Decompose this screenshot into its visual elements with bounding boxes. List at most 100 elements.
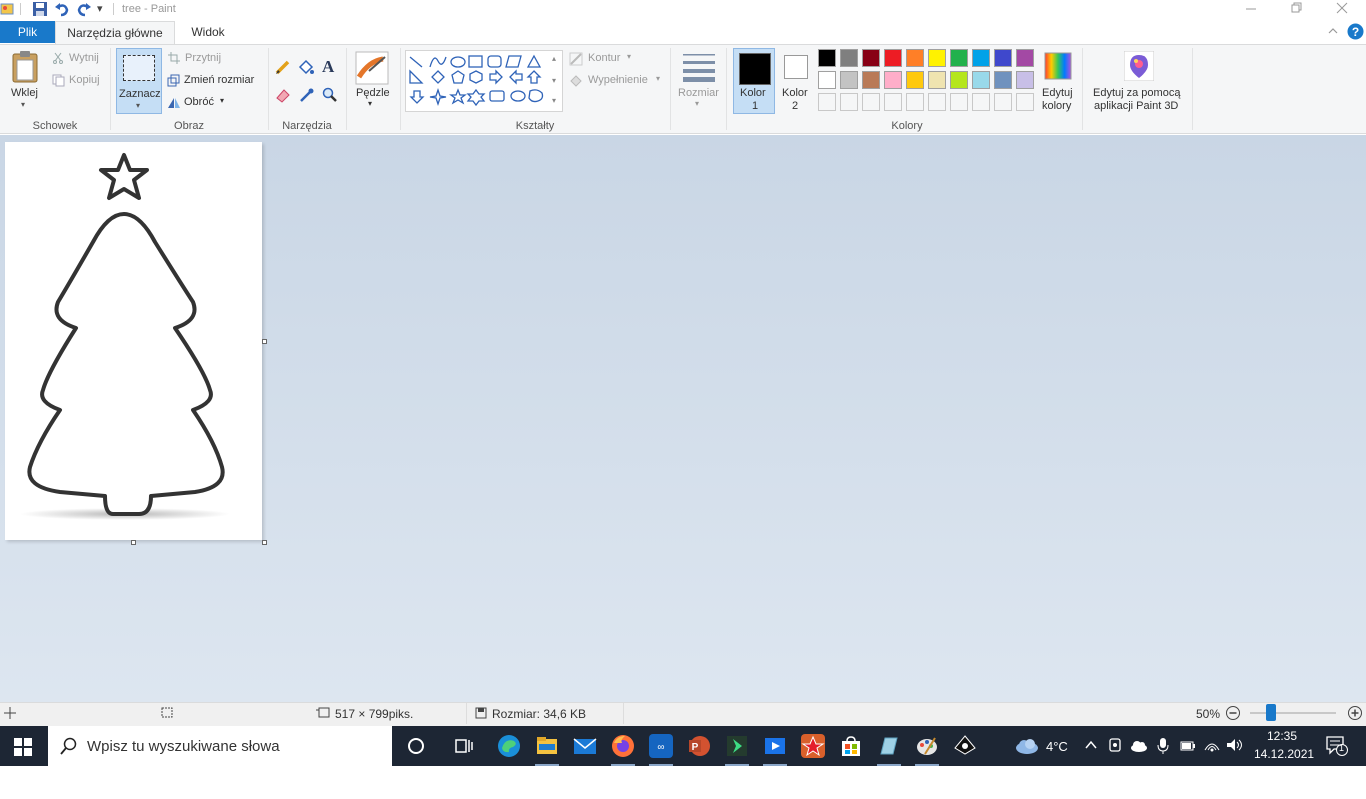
- firefox-icon[interactable]: [611, 734, 635, 758]
- palette-swatch[interactable]: [906, 49, 924, 67]
- palette-swatch-empty[interactable]: [950, 93, 968, 111]
- palette-swatch-empty[interactable]: [818, 93, 836, 111]
- palette-swatch[interactable]: [928, 71, 946, 89]
- text-tool-icon[interactable]: A: [322, 57, 334, 77]
- app-arrow-icon[interactable]: [725, 734, 749, 758]
- palette-swatch[interactable]: [994, 49, 1012, 67]
- paint3d-button[interactable]: Edytuj za pomocą: [1093, 87, 1180, 99]
- cut-button[interactable]: Wytnij: [69, 52, 99, 64]
- magnifier-icon[interactable]: [321, 86, 339, 104]
- paste-button[interactable]: Wklej: [11, 87, 38, 99]
- palette-swatch-empty[interactable]: [994, 93, 1012, 111]
- notifications-icon[interactable]: [1326, 736, 1348, 756]
- palette-swatch[interactable]: [972, 71, 990, 89]
- zoom-slider-thumb[interactable]: [1266, 704, 1276, 721]
- palette-swatch[interactable]: [818, 49, 836, 67]
- edit-colors-button[interactable]: Edytuj: [1042, 87, 1073, 99]
- palette-swatch[interactable]: [1016, 71, 1034, 89]
- copy-button[interactable]: Kopiuj: [69, 74, 100, 86]
- rotate-dropdown-icon[interactable]: ▾: [220, 96, 224, 105]
- palette-swatch[interactable]: [840, 49, 858, 67]
- palette-swatch[interactable]: [972, 49, 990, 67]
- paint-app-icon[interactable]: [0, 2, 14, 16]
- game-app-icon[interactable]: [801, 734, 825, 758]
- palette-swatch[interactable]: [884, 49, 902, 67]
- zoom-out-icon[interactable]: [1225, 705, 1241, 721]
- palette-swatch[interactable]: [862, 49, 880, 67]
- fill-button[interactable]: Wypełnienie: [588, 74, 648, 86]
- meet-now-icon[interactable]: [1108, 737, 1122, 753]
- mail-icon[interactable]: [573, 734, 597, 758]
- restore-icon[interactable]: [1290, 2, 1302, 14]
- powerpoint-icon[interactable]: P: [687, 734, 711, 758]
- help-icon[interactable]: ?: [1347, 23, 1364, 40]
- windows-start-icon[interactable]: [14, 738, 32, 756]
- ribbon-collapse-icon[interactable]: [1328, 26, 1338, 36]
- resize-button[interactable]: Zmień rozmiar: [184, 74, 254, 86]
- palette-swatch[interactable]: [906, 71, 924, 89]
- brushes-icon[interactable]: [355, 51, 389, 85]
- minimize-icon[interactable]: [1245, 2, 1257, 14]
- shapes-scroll-up-icon[interactable]: ▴: [552, 54, 556, 63]
- task-view-icon[interactable]: [455, 737, 473, 755]
- paste-dropdown-icon[interactable]: ▾: [21, 100, 25, 109]
- qat-customize-icon[interactable]: ▾: [97, 2, 103, 15]
- store-icon[interactable]: [839, 734, 863, 758]
- paint3d-icon[interactable]: [1123, 50, 1155, 82]
- tray-expand-icon[interactable]: [1085, 739, 1097, 751]
- file-explorer-icon[interactable]: [535, 734, 559, 758]
- onedrive-icon[interactable]: [1130, 740, 1148, 752]
- palette-swatch[interactable]: [840, 71, 858, 89]
- zoom-slider[interactable]: [1250, 712, 1336, 714]
- palette-swatch[interactable]: [884, 71, 902, 89]
- weather-temperature[interactable]: 4°C: [1046, 739, 1068, 754]
- palette-swatch[interactable]: [928, 49, 946, 67]
- volume-icon[interactable]: [1226, 738, 1244, 752]
- brushes-dropdown-icon[interactable]: ▾: [368, 99, 372, 108]
- weather-cloud-icon[interactable]: [1014, 738, 1040, 754]
- palette-swatch[interactable]: [1016, 49, 1034, 67]
- palette-swatch[interactable]: [818, 71, 836, 89]
- battery-icon[interactable]: [1180, 740, 1196, 752]
- clock-time[interactable]: 12:35: [1267, 729, 1297, 743]
- microphone-icon[interactable]: [1157, 737, 1169, 755]
- palette-swatch[interactable]: [862, 71, 880, 89]
- color1-button[interactable]: Kolor 1: [733, 48, 775, 114]
- canvas-resize-handle-corner[interactable]: [262, 540, 267, 545]
- size-button[interactable]: Rozmiar: [678, 87, 719, 99]
- paste-icon[interactable]: [10, 50, 40, 84]
- drawing-canvas[interactable]: [5, 142, 262, 540]
- palette-swatch-empty[interactable]: [1016, 93, 1034, 111]
- palette-swatch[interactable]: [950, 71, 968, 89]
- outline-button[interactable]: Kontur: [588, 52, 620, 64]
- palette-swatch-empty[interactable]: [840, 93, 858, 111]
- paint-taskbar-icon[interactable]: [915, 734, 939, 758]
- shapes-gallery[interactable]: [405, 50, 563, 112]
- wifi-icon[interactable]: [1204, 738, 1220, 752]
- shapes-more-icon[interactable]: ▾: [552, 96, 556, 105]
- save-icon[interactable]: [32, 1, 48, 17]
- notes-app-icon[interactable]: [877, 734, 901, 758]
- select-button[interactable]: Zaznacz ▾: [116, 48, 162, 114]
- palette-swatch-empty[interactable]: [884, 93, 902, 111]
- canvas-resize-handle-bottom[interactable]: [131, 540, 136, 545]
- select-dropdown-icon[interactable]: ▾: [136, 101, 140, 110]
- pencil-icon[interactable]: [274, 58, 292, 76]
- undo-icon[interactable]: [54, 1, 70, 17]
- palette-swatch-empty[interactable]: [906, 93, 924, 111]
- cortana-icon[interactable]: [407, 737, 425, 755]
- tab-home[interactable]: Narzędzia główne: [55, 21, 175, 44]
- edge-icon[interactable]: [497, 734, 521, 758]
- outline-dropdown-icon[interactable]: ▾: [627, 52, 631, 61]
- color-picker-icon[interactable]: [298, 86, 316, 104]
- fill-bucket-icon[interactable]: [297, 58, 315, 76]
- clock-date[interactable]: 14.12.2021: [1254, 747, 1314, 761]
- eraser-icon[interactable]: [274, 86, 292, 104]
- palette-swatch-empty[interactable]: [972, 93, 990, 111]
- rotate-button[interactable]: Obróć: [184, 96, 214, 108]
- color2-swatch[interactable]: [784, 55, 808, 79]
- palette-swatch[interactable]: [950, 49, 968, 67]
- shapes-scroll-down-icon[interactable]: ▾: [552, 76, 556, 85]
- palette-swatch-empty[interactable]: [862, 93, 880, 111]
- color2-button[interactable]: Kolor: [782, 87, 808, 99]
